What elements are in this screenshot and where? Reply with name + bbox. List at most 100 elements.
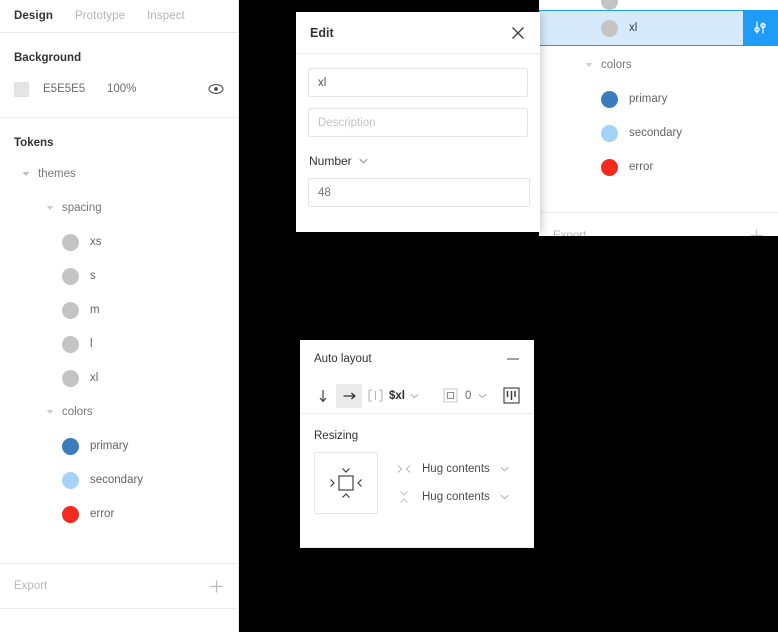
token-item-s[interactable]: s (0, 259, 238, 293)
export-section-right: Export (539, 212, 778, 236)
background-fill-row[interactable]: E5E5E5 100% (0, 75, 238, 103)
token-label: l (90, 338, 93, 350)
tree-label: colors (62, 406, 93, 418)
chevron-down-icon[interactable] (500, 466, 509, 472)
token-item-error[interactable]: error (0, 497, 238, 531)
token-swatch-icon (601, 124, 618, 142)
tokens-tree-right: colors primary secondary error (539, 48, 778, 184)
token-type-label: Number (309, 154, 352, 168)
token-item-m[interactable]: m (0, 293, 238, 327)
token-swatch-icon (601, 158, 618, 176)
token-item-xl-selected[interactable]: xl (539, 10, 778, 46)
padding-icon (443, 388, 458, 403)
tab-inspect[interactable]: Inspect (147, 10, 185, 22)
token-label: m (90, 304, 100, 316)
token-label: xl (90, 372, 99, 384)
chevron-down-icon[interactable] (44, 203, 55, 214)
resizing-option-label: Hug contents (422, 463, 490, 475)
align-distribute-icon[interactable] (498, 384, 524, 408)
arrow-down-icon[interactable] (310, 384, 336, 408)
token-swatch-icon (62, 505, 79, 523)
token-swatch-icon (601, 0, 618, 10)
token-name-input[interactable] (308, 68, 528, 97)
tree-label: themes (38, 168, 76, 180)
chevron-down-icon[interactable] (20, 169, 31, 180)
token-swatch-icon (62, 267, 79, 285)
vertical-resizing-option[interactable]: Hug contents (396, 490, 509, 504)
padding-value[interactable]: 0 (465, 390, 471, 402)
token-item-error[interactable]: error (539, 150, 778, 184)
tokens-section: Tokens themes spacing xs s m l xl colors… (0, 118, 238, 531)
chevron-down-icon[interactable] (478, 393, 487, 399)
auto-layout-title: Auto layout (314, 353, 372, 365)
background-color-swatch[interactable] (14, 81, 29, 97)
token-item-xl[interactable]: xl (0, 361, 238, 395)
tokens-tree: themes spacing xs s m l xl colors primar… (0, 157, 238, 531)
tokens-heading: Tokens (14, 137, 54, 149)
token-label: xs (90, 236, 102, 248)
arrow-right-icon[interactable] (336, 383, 362, 408)
token-label: secondary (90, 474, 144, 486)
token-value-input[interactable] (308, 178, 530, 207)
token-label: secondary (629, 127, 683, 139)
horizontal-resizing-option[interactable]: Hug contents (396, 462, 509, 476)
chevron-down-icon[interactable] (583, 60, 594, 71)
chevron-down-icon[interactable] (359, 158, 368, 164)
token-item-primary[interactable]: primary (0, 429, 238, 463)
plus-icon[interactable] (749, 228, 764, 236)
dialog-header: Edit (296, 12, 540, 54)
token-swatch-icon (62, 437, 79, 455)
token-label: primary (90, 440, 129, 452)
token-type-selector[interactable]: Number (309, 154, 528, 168)
chevron-down-icon[interactable] (500, 494, 509, 500)
tree-label: spacing (62, 202, 102, 214)
token-description-input[interactable] (308, 108, 528, 137)
token-label: error (90, 508, 115, 520)
chevron-down-icon[interactable] (410, 393, 419, 399)
eye-icon[interactable] (208, 83, 224, 95)
tune-sliders-icon[interactable] (743, 11, 777, 45)
gap-field[interactable]: $xl (367, 388, 419, 403)
gap-value[interactable]: $xl (389, 390, 405, 402)
token-swatch-icon (601, 90, 618, 108)
background-opacity-value[interactable]: 100% (107, 83, 136, 95)
hug-contents-preview-icon[interactable] (314, 452, 378, 514)
token-label: s (90, 270, 96, 282)
tree-group-spacing[interactable]: spacing (0, 191, 238, 225)
background-hex-value[interactable]: E5E5E5 (43, 83, 107, 95)
token-item-xs[interactable]: xs (0, 225, 238, 259)
panel-tabs: Design Prototype Inspect (0, 0, 238, 33)
resizing-title: Resizing (314, 430, 359, 442)
token-label: primary (629, 93, 668, 105)
token-swatch-icon (62, 369, 79, 387)
tree-group-colors[interactable]: colors (0, 395, 238, 429)
edit-token-dialog: Edit Number (296, 12, 540, 232)
plus-icon[interactable] (209, 579, 224, 594)
token-item-l[interactable]: l (0, 327, 238, 361)
token-item-primary[interactable]: primary (539, 82, 778, 116)
tab-prototype[interactable]: Prototype (75, 10, 125, 22)
design-sidebar: Design Prototype Inspect Background E5E5… (0, 0, 239, 632)
token-item-secondary[interactable]: secondary (0, 463, 238, 497)
token-label: xl (629, 22, 638, 34)
auto-layout-header: Auto layout (300, 340, 534, 378)
token-item-partial-above[interactable] (539, 0, 778, 10)
padding-field[interactable]: 0 (443, 388, 487, 403)
token-swatch-icon (62, 301, 79, 319)
auto-layout-toolbar: $xl 0 (300, 378, 534, 414)
token-swatch-icon (62, 335, 79, 353)
minus-icon[interactable] (506, 354, 520, 364)
dialog-title: Edit (310, 25, 334, 40)
tree-label: colors (601, 59, 632, 71)
tab-design[interactable]: Design (14, 10, 53, 22)
tree-group-themes[interactable]: themes (0, 157, 238, 191)
close-icon[interactable] (510, 25, 526, 41)
token-item-secondary[interactable]: secondary (539, 116, 778, 150)
resizing-options: Hug contents Hug contents (396, 462, 509, 504)
chevron-down-icon[interactable] (44, 407, 55, 418)
export-section-left: Export (0, 563, 238, 609)
token-value-wrap (296, 178, 540, 207)
horizontal-resize-icon (396, 462, 412, 476)
tree-group-colors[interactable]: colors (539, 48, 778, 82)
background-heading: Background (14, 52, 82, 64)
